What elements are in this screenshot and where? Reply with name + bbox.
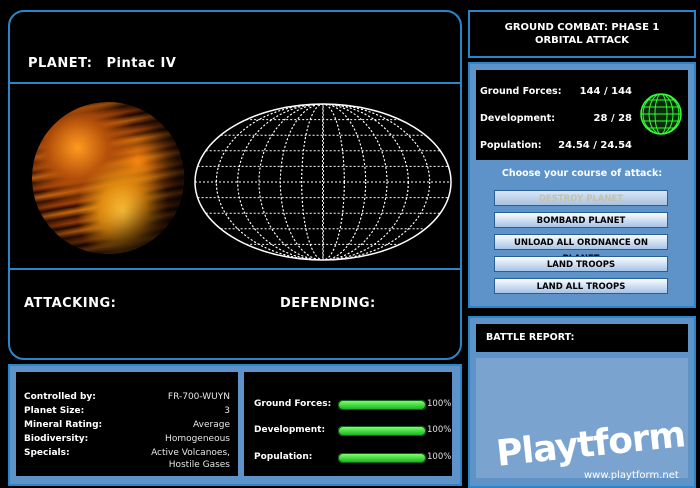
phase-line-2: ORBITAL ATTACK: [534, 35, 630, 46]
divider-bottom: [10, 268, 460, 270]
bar-ground-forces-label: Ground Forces:: [254, 399, 332, 409]
unload-all-ordnance-button[interactable]: UNLOAD ALL ORDNANCE ON PLANET: [494, 234, 668, 264]
planet-view-panel: PLANET: Pintac IV ATTACKING: DEFENDING:: [8, 10, 462, 360]
population-percent: 100%: [427, 452, 452, 462]
planet-sphere-image: [32, 102, 184, 254]
attacking-label: ATTACKING:: [24, 296, 117, 311]
ground-forces-bar: [338, 400, 426, 410]
population-bar: [338, 453, 426, 463]
development-percent: 100%: [427, 425, 452, 435]
ground-forces-bar-fill: [339, 401, 425, 409]
specials-label: Specials:: [24, 448, 70, 458]
stat-ground-forces-value: 144 / 144: [579, 86, 632, 97]
stat-development-value: 28 / 28: [593, 113, 632, 124]
combat-phase-panel: GROUND COMBAT: PHASE 1 ORBITAL ATTACK: [468, 10, 696, 58]
planet-surface-map-grid[interactable]: [190, 98, 456, 266]
land-troops-button[interactable]: LAND TROOPS: [494, 256, 668, 272]
stat-development-label: Development:: [480, 113, 555, 124]
planet-name: Pintac IV: [106, 56, 177, 71]
watermark-url: www.playtform.net: [584, 470, 679, 481]
mineral-rating-value: Average: [193, 420, 230, 430]
battle-report-title: BATTLE REPORT:: [486, 332, 575, 343]
specials-value-line2: Hostile Gases: [168, 460, 230, 470]
planet-title: PLANET: Pintac IV: [28, 56, 176, 71]
development-bar-fill: [339, 427, 425, 435]
planet-details-box: Controlled by: FR-700-WUYN Planet Size: …: [16, 372, 238, 476]
watermark-brand: Playtform: [494, 414, 687, 475]
planet-size-value: 3: [224, 406, 230, 416]
phase-line-1: GROUND COMBAT: PHASE 1: [504, 22, 660, 33]
planet-size-label: Planet Size:: [24, 406, 85, 416]
divider-top: [10, 82, 460, 84]
bombard-planet-button[interactable]: BOMBARD PLANET: [494, 212, 668, 228]
playtform-watermark: Playtform www.playtform.net: [488, 414, 698, 484]
land-all-troops-button[interactable]: LAND ALL TROOPS: [494, 278, 668, 294]
controlled-by-value: FR-700-WUYN: [167, 392, 230, 402]
planet-stats-box: Ground Forces: 144 / 144 Development: 28…: [476, 70, 688, 160]
choose-attack-prompt: Choose your course of attack:: [501, 168, 663, 179]
planet-status-bars-box: Ground Forces: 100% Development: 100% Po…: [244, 372, 452, 476]
stat-ground-forces-label: Ground Forces:: [480, 86, 562, 97]
bar-population-label: Population:: [254, 452, 313, 462]
specials-value-line1: Active Volcanoes,: [151, 448, 230, 458]
population-bar-fill: [339, 454, 425, 462]
biodiversity-label: Biodiversity:: [24, 434, 89, 444]
planet-info-panel: Controlled by: FR-700-WUYN Planet Size: …: [8, 364, 462, 486]
globe-icon: [640, 93, 682, 135]
bar-development-label: Development:: [254, 425, 326, 435]
planet-label: PLANET:: [28, 56, 93, 71]
stat-population-label: Population:: [480, 140, 542, 151]
mineral-rating-label: Mineral Rating:: [24, 420, 103, 430]
destroy-planet-button[interactable]: DESTROY PLANET: [494, 190, 668, 206]
defending-label: DEFENDING:: [280, 296, 376, 311]
attack-options-panel: Ground Forces: 144 / 144 Development: 28…: [468, 62, 696, 308]
controlled-by-label: Controlled by:: [24, 392, 96, 402]
stat-population-value: 24.54 / 24.54: [558, 140, 632, 151]
development-bar: [338, 426, 426, 436]
ground-forces-percent: 100%: [427, 399, 452, 409]
battle-report-header: BATTLE REPORT:: [476, 324, 688, 352]
biodiversity-value: Homogeneous: [165, 434, 230, 444]
combat-phase-title: GROUND COMBAT: PHASE 1 ORBITAL ATTACK: [470, 21, 694, 47]
